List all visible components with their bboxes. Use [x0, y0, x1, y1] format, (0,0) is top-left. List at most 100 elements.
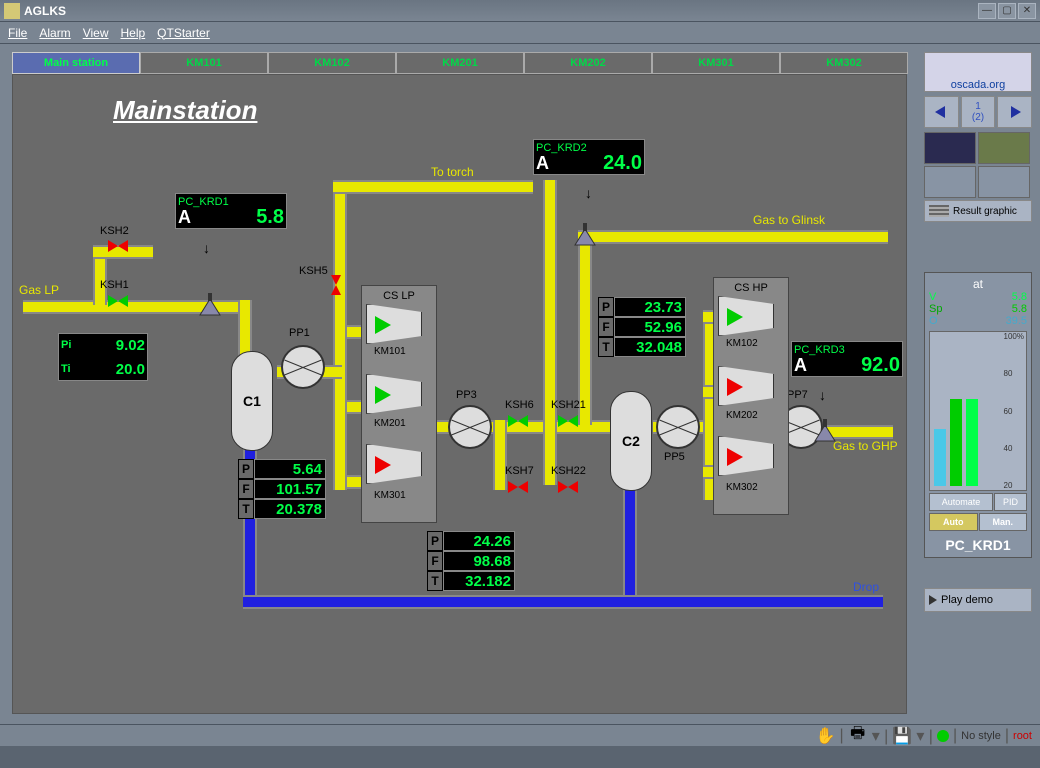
pc-krd3-value: 92.0	[861, 354, 900, 377]
vessel-c2[interactable]: C2	[610, 391, 652, 491]
control-valve-3[interactable]	[811, 417, 839, 445]
menu-help[interactable]: Help	[120, 26, 145, 40]
automate-button[interactable]: Automate	[929, 493, 993, 511]
logo[interactable]: oscada.org	[924, 52, 1032, 92]
comp-km301[interactable]	[366, 444, 422, 484]
panel-tag: PC_KRD1	[929, 537, 1027, 553]
bottombar: ✋ | 🖶 ▾ | 💾 ▾ | | No style | root	[0, 724, 1040, 746]
label-pp1: PP1	[289, 327, 310, 339]
save-icon[interactable]: 💾	[892, 727, 912, 745]
label-drop: Drop	[853, 580, 879, 594]
pipe	[578, 230, 592, 425]
valve-ksh7[interactable]	[508, 481, 528, 493]
bar-sp	[950, 399, 962, 486]
result-graphic-button[interactable]: Result graphic	[924, 200, 1032, 222]
menu-alarm[interactable]: Alarm	[39, 26, 70, 40]
arrow-down-icon: ↓	[203, 240, 210, 256]
print-icon[interactable]: 🖶	[848, 727, 868, 745]
status-style[interactable]: No style	[961, 730, 1001, 742]
pft-c2[interactable]: PFT 23.7352.9632.048	[598, 297, 686, 357]
arrow-down-icon: ↓	[819, 387, 826, 403]
box-inlet[interactable]: Pi9.02 Ti20.0	[58, 333, 148, 381]
control-valve-2[interactable]	[571, 221, 599, 249]
pft-c1[interactable]: PFT 5.64101.5720.378	[238, 459, 326, 519]
tool-icon-4[interactable]	[978, 166, 1030, 198]
group-cs-lp: CS LP KM101 KM201 KM301	[361, 285, 437, 523]
valve-ksh1[interactable]	[108, 295, 128, 307]
menu-file[interactable]: File	[8, 26, 27, 40]
comp-km302[interactable]	[718, 436, 774, 476]
vessel-c1[interactable]: C1	[231, 351, 273, 451]
valve-ksh21[interactable]	[558, 415, 578, 427]
diagram: Mainstation KSH1 KSH2 KSH5	[12, 74, 907, 714]
label-pp7: PP7	[787, 389, 808, 401]
close-button[interactable]: ✕	[1018, 3, 1036, 19]
arrow-down-icon: ↓	[585, 185, 592, 201]
tab-km301[interactable]: KM301	[652, 52, 780, 74]
label-to-torch: To torch	[431, 165, 474, 179]
comp-km202[interactable]	[718, 366, 774, 406]
pft-mid[interactable]: PFT 24.2698.6832.182	[427, 531, 515, 591]
titlebar: AGLKS — ▢ ✕	[0, 0, 1040, 22]
tool-icon-1[interactable]	[924, 132, 976, 164]
group-cs-hp: CS HP KM102 KM202 KM302	[713, 277, 789, 515]
play-demo-button[interactable]: Play demo	[924, 588, 1032, 612]
play-icon	[929, 595, 937, 605]
menu-view[interactable]: View	[83, 26, 109, 40]
comp-km101[interactable]	[366, 304, 422, 344]
label-gas-ghp: Gas to GHP	[833, 439, 898, 453]
menubar: File Alarm View Help QTStarter	[0, 22, 1040, 44]
label-ksh21: KSH21	[551, 399, 586, 411]
minimize-button[interactable]: —	[978, 3, 996, 19]
label-ksh7: KSH7	[505, 465, 534, 477]
pipe	[493, 420, 507, 490]
control-valve-1[interactable]	[196, 291, 224, 319]
tab-km102[interactable]: KM102	[268, 52, 396, 74]
box-pc-krd2[interactable]: PC_KRD2 A24.0	[533, 139, 645, 175]
pipe	[578, 230, 888, 244]
nav-next-button[interactable]	[997, 96, 1032, 128]
pump-pp1[interactable]	[281, 345, 325, 389]
box-pc-krd1[interactable]: PC_KRD1 A5.8	[175, 193, 287, 229]
box-pc-krd3[interactable]: PC_KRD3 A92.0	[791, 341, 903, 377]
pump-pp3[interactable]	[448, 405, 492, 449]
tool-icon-2[interactable]	[978, 132, 1030, 164]
pc-krd3-mode: A	[794, 355, 807, 376]
nav-prev-button[interactable]	[924, 96, 959, 128]
pump-pp5[interactable]	[656, 405, 700, 449]
pc-krd1-value: 5.8	[256, 206, 284, 229]
valve-ksh2[interactable]	[108, 240, 128, 252]
tab-km302[interactable]: KM302	[780, 52, 908, 74]
status-user[interactable]: root	[1013, 730, 1032, 742]
pipe-blue	[243, 595, 883, 609]
auto-button[interactable]: Auto	[929, 513, 978, 531]
tab-main-station[interactable]: Main station	[12, 52, 140, 74]
label-ksh1: KSH1	[100, 279, 129, 291]
tab-km202[interactable]: KM202	[524, 52, 652, 74]
pc-krd1-mode: A	[178, 207, 191, 228]
label-pp3: PP3	[456, 389, 477, 401]
cs-hp-title: CS HP	[718, 282, 784, 294]
label-gas-lp: Gas LP	[19, 283, 59, 297]
label-ksh6: KSH6	[505, 399, 534, 411]
valve-ksh6[interactable]	[508, 415, 528, 427]
valve-ksh5[interactable]	[331, 275, 343, 295]
comp-km102[interactable]	[718, 296, 774, 336]
maximize-button[interactable]: ▢	[998, 3, 1016, 19]
man-button[interactable]: Man.	[979, 513, 1028, 531]
tab-km201[interactable]: KM201	[396, 52, 524, 74]
window-title: AGLKS	[24, 4, 978, 18]
status-led-icon	[937, 730, 949, 742]
label-ksh2: KSH2	[100, 225, 129, 237]
bar-o	[934, 429, 946, 486]
hand-icon[interactable]: ✋	[816, 727, 836, 745]
comp-km201[interactable]	[366, 374, 422, 414]
pid-button[interactable]: PID	[994, 493, 1027, 511]
valve-ksh22[interactable]	[558, 481, 578, 493]
tool-icon-3[interactable]	[924, 166, 976, 198]
menu-qtstarter[interactable]: QTStarter	[157, 26, 210, 40]
label-ksh5: KSH5	[299, 265, 328, 277]
nav-page-indicator[interactable]: 1(2)	[961, 96, 996, 128]
pc-krd2-value: 24.0	[603, 152, 642, 175]
tab-km101[interactable]: KM101	[140, 52, 268, 74]
